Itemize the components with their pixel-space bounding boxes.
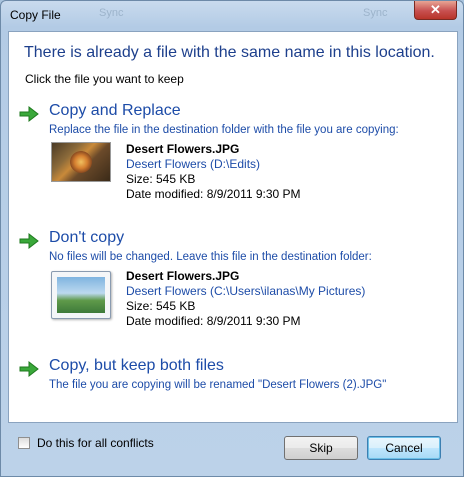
copy-file-dialog: Copy File Sync Sync ✕ There is already a…: [0, 0, 464, 477]
option-description: The file you are copying will be renamed…: [49, 379, 387, 391]
option-title: Copy, but keep both files: [49, 357, 224, 374]
picture-file-icon: [51, 271, 111, 319]
file-size: Size: 545 KB: [126, 172, 196, 186]
background-tab-text: Sync: [363, 7, 388, 19]
green-arrow-icon: [19, 232, 39, 250]
option-description: No files will be changed. Leave this fil…: [49, 251, 372, 263]
file-size: Size: 545 KB: [126, 299, 196, 313]
all-conflicts-checkbox[interactable]: [18, 437, 30, 449]
close-button[interactable]: ✕: [414, 1, 457, 20]
file-path: Desert Flowers (C:\Users\ilanas\My Pictu…: [126, 284, 366, 298]
file-name: Desert Flowers.JPG: [126, 269, 240, 283]
file-name: Desert Flowers.JPG: [126, 142, 240, 156]
file-date: Date modified: 8/9/2011 9:30 PM: [126, 314, 301, 328]
file-thumbnail: [51, 142, 111, 182]
file-date: Date modified: 8/9/2011 9:30 PM: [126, 187, 301, 201]
skip-button[interactable]: Skip: [284, 436, 358, 460]
file-path: Desert Flowers (D:\Edits): [126, 157, 261, 171]
cancel-button[interactable]: Cancel: [367, 436, 441, 460]
green-arrow-icon: [19, 360, 39, 378]
option-title: Don't copy: [49, 229, 125, 246]
dialog-footer: Do this for all conflicts Skip Cancel: [1, 422, 463, 476]
all-conflicts-label[interactable]: Do this for all conflicts: [37, 436, 154, 450]
window-title: Copy File: [10, 8, 61, 22]
option-title: Copy and Replace: [49, 102, 181, 119]
file-info: Desert Flowers.JPG Desert Flowers (C:\Us…: [126, 269, 365, 329]
dialog-content: There is already a file with the same na…: [8, 31, 458, 423]
copy-and-replace-option[interactable]: Copy and Replace Replace the file in the…: [19, 102, 449, 201]
file-info: Desert Flowers.JPG Desert Flowers (D:\Ed…: [126, 142, 301, 202]
option-description: Replace the file in the destination fold…: [49, 124, 399, 136]
background-tab-text: Sync: [99, 7, 124, 19]
title-bar[interactable]: Copy File Sync Sync ✕: [1, 1, 463, 31]
dont-copy-option[interactable]: Don't copy No files will be changed. Lea…: [19, 229, 449, 329]
keep-both-option[interactable]: Copy, but keep both files The file you a…: [19, 357, 449, 397]
close-icon: ✕: [430, 2, 441, 17]
green-arrow-icon: [19, 105, 39, 123]
dialog-subhead: Click the file you want to keep: [25, 72, 184, 86]
dialog-headline: There is already a file with the same na…: [24, 44, 435, 61]
